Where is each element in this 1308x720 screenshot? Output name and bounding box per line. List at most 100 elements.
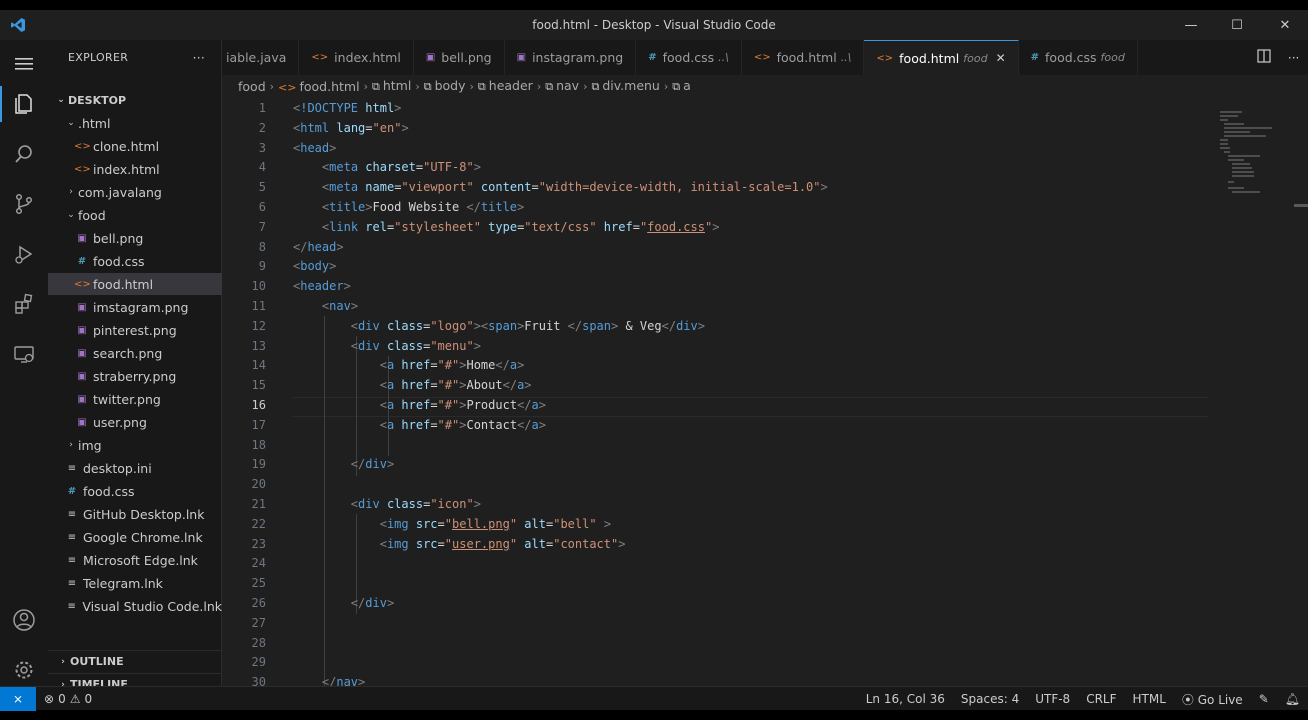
- file-item[interactable]: ▣ straberry.png: [48, 365, 222, 387]
- file-item[interactable]: ▣ imstagram.png: [48, 296, 222, 318]
- workspace-root[interactable]: ⌄ DESKTOP: [48, 89, 222, 111]
- code-line[interactable]: <a href="#">Contact</a>: [293, 418, 546, 432]
- outline-section[interactable]: › OUTLINE: [48, 650, 222, 672]
- go-live-label: Go Live: [1197, 692, 1243, 707]
- source-control-icon[interactable]: [0, 180, 48, 228]
- code-line[interactable]: <div class="icon">: [293, 497, 481, 511]
- code-line[interactable]: <a href="#">Home</a>: [293, 358, 525, 372]
- file-item[interactable]: <> index.html: [48, 158, 222, 180]
- breadcrumb-segment[interactable]: ⧉ html: [372, 78, 411, 94]
- breadcrumb-segment[interactable]: ⧉ nav: [545, 78, 579, 94]
- minimize-icon[interactable]: —: [1168, 10, 1214, 40]
- code-line[interactable]: <header>: [293, 279, 351, 293]
- file-item[interactable]: # food.css: [48, 250, 222, 272]
- code-line[interactable]: <meta charset="UTF-8">: [293, 160, 481, 174]
- account-icon[interactable]: [0, 596, 48, 644]
- breadcrumb-separator-icon: ›: [415, 79, 420, 93]
- breadcrumb-segment[interactable]: ⧉ a: [672, 78, 691, 94]
- code-line[interactable]: </div>: [293, 457, 394, 471]
- minimap[interactable]: [1220, 107, 1290, 197]
- encoding-setting[interactable]: UTF-8: [1035, 692, 1070, 706]
- breadcrumb-segment[interactable]: <> food.html: [278, 79, 360, 94]
- file-item[interactable]: # food.css: [48, 480, 222, 502]
- split-editor-icon[interactable]: [1257, 49, 1271, 66]
- cursor-position[interactable]: Ln 16, Col 36: [866, 692, 945, 706]
- run-debug-icon[interactable]: [0, 230, 48, 278]
- more-actions-icon[interactable]: ···: [193, 51, 205, 65]
- more-actions-icon[interactable]: ···: [1288, 51, 1299, 65]
- close-tab-icon[interactable]: ✕: [996, 51, 1006, 65]
- file-item[interactable]: ≡ Telegram.lnk: [48, 572, 222, 594]
- search-icon[interactable]: [0, 130, 48, 178]
- tab-iable-java[interactable]: iable.java: [222, 40, 300, 75]
- file-item[interactable]: ≡ Google Chrome.lnk: [48, 526, 222, 548]
- code-line[interactable]: <link rel="stylesheet" type="text/css" h…: [293, 220, 720, 234]
- folder-item[interactable]: ⌄ .html: [48, 112, 222, 134]
- code-line[interactable]: <meta name="viewport" content="width=dev…: [293, 180, 828, 194]
- tab-food-html[interactable]: <> food.html food ✕: [864, 40, 1019, 75]
- problems-indicator[interactable]: ⊗ 0 ⚠ 0: [44, 692, 92, 706]
- code-line[interactable]: <title>Food Website </title>: [293, 200, 524, 214]
- code-line[interactable]: </nav>: [293, 675, 365, 686]
- code-line[interactable]: <html lang="en">: [293, 121, 409, 135]
- breadcrumb-segment[interactable]: food: [238, 79, 266, 94]
- file-item[interactable]: <> food.html: [48, 273, 222, 295]
- explorer-icon[interactable]: [0, 80, 48, 128]
- code-line[interactable]: <img src="bell.png" alt="bell" >: [293, 517, 611, 531]
- breadcrumb-segment[interactable]: ⧉ body: [424, 78, 466, 94]
- code-line[interactable]: </div>: [293, 596, 394, 610]
- editor-scrollbar[interactable]: [1294, 204, 1308, 207]
- code-line[interactable]: </head>: [293, 240, 344, 254]
- code-line[interactable]: <body>: [293, 259, 336, 273]
- file-item[interactable]: ▣ pinterest.png: [48, 319, 222, 341]
- code-line[interactable]: <a href="#">Product</a>: [293, 398, 546, 412]
- line-number: 30: [251, 675, 266, 686]
- remote-explorer-icon[interactable]: [0, 330, 48, 378]
- vscode-logo-icon[interactable]: [10, 17, 26, 33]
- folder-item[interactable]: › img: [48, 434, 222, 456]
- code-line[interactable]: <head>: [293, 141, 336, 155]
- code-line[interactable]: <img src="user.png" alt="contact">: [293, 537, 626, 551]
- feedback-icon[interactable]: ✎: [1259, 692, 1269, 706]
- tab-instagram-png[interactable]: ▣ instagram.png: [505, 40, 637, 75]
- code-editor[interactable]: 1 2 3 4 5 6 7 8 9 10 11 12 13 14 15 16 17 18 19 20 21 22 23 24 2…: [222, 97, 1308, 686]
- file-item[interactable]: ≡ Microsoft Edge.lnk: [48, 549, 222, 571]
- file-item[interactable]: <> clone.html: [48, 135, 222, 157]
- file-item[interactable]: ≡ Visual Studio Code.lnk: [48, 595, 222, 617]
- breadcrumb-segment[interactable]: ⧉ div.menu: [591, 78, 659, 94]
- tree-item-label: Google Chrome.lnk: [83, 529, 203, 545]
- language-mode[interactable]: HTML: [1133, 692, 1166, 706]
- go-live-button[interactable]: ⦿ Go Live: [1182, 691, 1243, 708]
- tab-food-css[interactable]: # food.css ..\: [636, 40, 742, 75]
- line-number: 26: [251, 596, 266, 610]
- maximize-icon[interactable]: ☐: [1214, 10, 1260, 40]
- notifications-bell-icon[interactable]: 🔔︎: [1285, 692, 1300, 706]
- file-item[interactable]: ≡ GitHub Desktop.lnk: [48, 503, 222, 525]
- tab-food-css[interactable]: # food.css food: [1019, 40, 1138, 75]
- remote-indicator-icon[interactable]: ⨯: [0, 686, 36, 711]
- eol-setting[interactable]: CRLF: [1086, 692, 1116, 706]
- code-line[interactable]: <!DOCTYPE html>: [293, 101, 401, 115]
- extensions-icon[interactable]: [0, 280, 48, 328]
- file-item[interactable]: ≡ desktop.ini: [48, 457, 222, 479]
- file-item[interactable]: ▣ search.png: [48, 342, 222, 364]
- tree-item-label: user.png: [93, 414, 147, 430]
- code-line[interactable]: <a href="#">About</a>: [293, 378, 532, 392]
- folder-item[interactable]: › com.javalang: [48, 181, 222, 203]
- tab-index-html[interactable]: <> index.html: [299, 40, 414, 75]
- indentation-setting[interactable]: Spaces: 4: [961, 692, 1019, 706]
- tab-bell-png[interactable]: ▣ bell.png: [414, 40, 505, 75]
- file-item[interactable]: ▣ twitter.png: [48, 388, 222, 410]
- tab-food-html[interactable]: <> food.html ..\: [742, 40, 865, 75]
- broadcast-icon: ⦿: [1181, 692, 1198, 707]
- code-line[interactable]: <div class="menu">: [293, 339, 481, 353]
- tab-label: bell.png: [441, 50, 492, 65]
- code-line[interactable]: <nav>: [293, 299, 358, 313]
- file-item[interactable]: ▣ bell.png: [48, 227, 222, 249]
- file-item[interactable]: ▣ user.png: [48, 411, 222, 433]
- line-number: 6: [258, 200, 266, 214]
- code-line[interactable]: <div class="logo"><span>Fruit </span> & …: [293, 319, 705, 333]
- folder-item[interactable]: ⌄ food: [48, 204, 222, 226]
- close-window-icon[interactable]: ✕: [1262, 10, 1308, 40]
- breadcrumb-segment[interactable]: ⧉ header: [478, 78, 533, 94]
